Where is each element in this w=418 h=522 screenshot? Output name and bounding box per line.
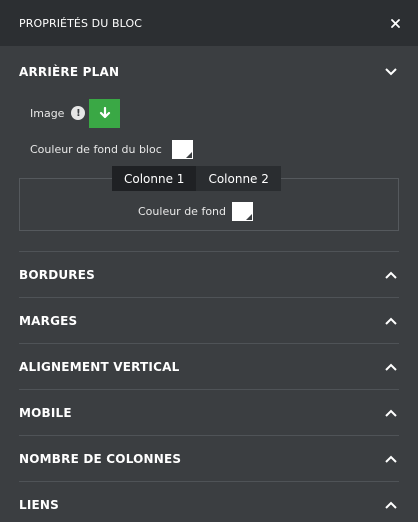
image-label: Image <box>30 106 65 120</box>
column-color-label: Couleur de fond <box>138 205 226 218</box>
background-body: Image ! Couleur de fond du bloc Colonne … <box>19 98 399 252</box>
chevron-up-icon <box>383 451 399 467</box>
section-mobile-header[interactable]: MOBILE <box>19 390 399 436</box>
block-color-row: Couleur de fond du bloc <box>19 138 399 160</box>
section-background-title: ARRIÈRE PLAN <box>19 65 120 79</box>
info-icon[interactable]: ! <box>71 106 86 120</box>
download-arrow-icon <box>99 107 111 119</box>
section-column-count-title: NOMBRE DE COLONNES <box>19 451 182 466</box>
section-borders: BORDURES <box>19 252 399 298</box>
chevron-up-icon <box>383 497 399 513</box>
section-links-title: LIENS <box>19 498 59 512</box>
section-mobile: MOBILE <box>19 390 399 436</box>
panel-title: PROPRIÉTÉS DU BLOC <box>19 16 142 30</box>
block-properties-panel: PROPRIÉTÉS DU BLOC ARRIÈRE PLAN Image ! <box>0 0 418 522</box>
section-margins: MARGES <box>19 298 399 344</box>
section-mobile-title: MOBILE <box>19 405 72 420</box>
close-icon <box>390 18 400 28</box>
chevron-up-icon <box>383 267 399 283</box>
chevron-up-icon <box>383 405 399 421</box>
section-column-count-header[interactable]: NOMBRE DE COLONNES <box>19 436 399 482</box>
section-vertical-alignment-header[interactable]: ALIGNEMENT VERTICAL <box>19 344 399 390</box>
tab-colonne-1[interactable]: Colonne 1 <box>112 166 197 191</box>
section-background: ARRIÈRE PLAN Image ! Couleur de fond du … <box>19 46 399 252</box>
column-tabs: Colonne 1 Colonne 2 <box>112 166 281 191</box>
chevron-down-icon <box>383 64 399 80</box>
tab-colonne-2[interactable]: Colonne 2 <box>196 166 281 191</box>
columns-box: Colonne 1 Colonne 2 Couleur de fond <box>19 166 399 231</box>
close-button[interactable] <box>384 12 406 34</box>
column-color-swatch[interactable] <box>232 202 253 221</box>
chevron-up-icon <box>383 313 399 329</box>
section-vertical-alignment-title: ALIGNEMENT VERTICAL <box>19 359 180 374</box>
section-borders-header[interactable]: BORDURES <box>19 252 399 298</box>
image-upload-button[interactable] <box>89 98 121 128</box>
section-margins-header[interactable]: MARGES <box>19 298 399 344</box>
section-vertical-alignment: ALIGNEMENT VERTICAL <box>19 344 399 390</box>
section-borders-title: BORDURES <box>19 267 95 282</box>
section-background-header[interactable]: ARRIÈRE PLAN <box>19 46 399 98</box>
section-links-header[interactable]: LIENS <box>19 482 399 522</box>
section-margins-title: MARGES <box>19 313 78 328</box>
panel-header: PROPRIÉTÉS DU BLOC <box>0 0 418 46</box>
image-row: Image ! <box>19 98 399 128</box>
block-color-label: Couleur de fond du bloc <box>30 142 162 156</box>
section-links: LIENS <box>19 482 399 522</box>
section-column-count: NOMBRE DE COLONNES <box>19 436 399 482</box>
chevron-up-icon <box>383 359 399 375</box>
block-color-swatch[interactable] <box>171 139 193 159</box>
column-color-row: Couleur de fond <box>138 202 253 221</box>
